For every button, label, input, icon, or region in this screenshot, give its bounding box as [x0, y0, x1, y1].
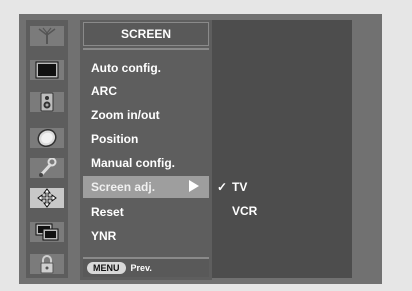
menu-item-arc[interactable]: ARC [83, 80, 209, 102]
menu-item-reset[interactable]: Reset [83, 201, 209, 223]
menu-footer: MENU Prev. [83, 257, 209, 277]
wrench-icon[interactable] [30, 158, 64, 178]
menu-item-label: Screen adj. [91, 180, 156, 194]
menu-item-auto-config[interactable]: Auto config. [83, 57, 209, 79]
menu-item-ynr[interactable]: YNR [83, 225, 209, 247]
menu-item-position[interactable]: Position [83, 128, 209, 150]
menu-divider [83, 48, 209, 50]
pip-icon[interactable] [30, 222, 64, 242]
monitor-icon[interactable] [30, 60, 64, 80]
menu-button-hint: MENU [87, 262, 126, 274]
speaker-icon[interactable] [30, 92, 64, 112]
clock-icon[interactable] [30, 128, 64, 148]
submenu-arrow-icon [189, 180, 199, 192]
screen-adj-submenu [212, 20, 352, 278]
screen-move-icon[interactable] [30, 188, 64, 208]
check-icon: ✓ [217, 180, 228, 194]
antenna-icon[interactable] [30, 26, 64, 46]
submenu-option-vcr[interactable]: VCR [232, 204, 257, 218]
prev-label: Prev. [130, 263, 152, 273]
menu-title: SCREEN [83, 22, 209, 46]
menu-item-manual-config[interactable]: Manual config. [83, 152, 209, 174]
menu-item-screen-adj[interactable]: Screen adj. [83, 176, 209, 198]
menu-item-zoom[interactable]: Zoom in/out [83, 104, 209, 126]
lock-icon[interactable] [30, 254, 64, 274]
submenu-option-tv[interactable]: TV [232, 180, 247, 194]
